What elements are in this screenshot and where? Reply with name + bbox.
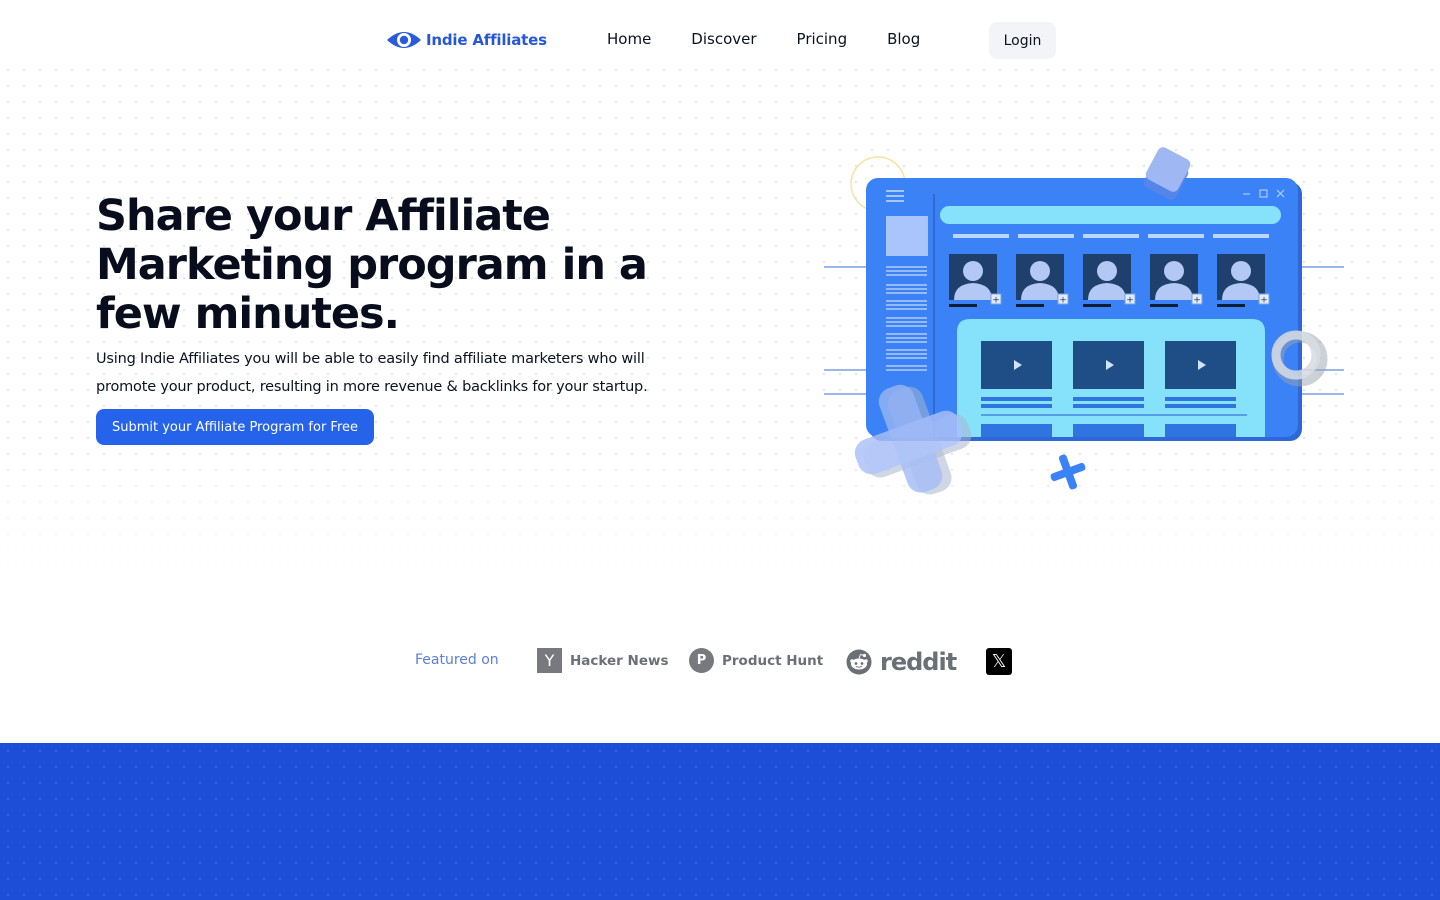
eye-icon <box>387 32 421 48</box>
nav-home[interactable]: Home <box>607 30 651 48</box>
svg-text:+: + <box>1193 296 1201 306</box>
svg-text:+: + <box>992 296 1000 306</box>
svg-text:+: + <box>1260 296 1268 306</box>
hacker-news-icon: Y <box>537 648 562 673</box>
nav-pricing[interactable]: Pricing <box>797 30 848 48</box>
x-icon: 𝕏 <box>986 648 1012 675</box>
reddit-icon <box>846 649 872 675</box>
brand-logo[interactable]: Indie Affiliates <box>386 28 547 52</box>
product-hunt-label: Product Hunt <box>722 652 824 669</box>
brand-name: Indie Affiliates <box>426 31 547 49</box>
hero-illustration: + + + + + <box>824 147 1344 495</box>
blue-section-band <box>0 743 1440 900</box>
nav-blog[interactable]: Blog <box>887 30 920 48</box>
submit-program-button[interactable]: Submit your Affiliate Program for Free <box>96 409 374 445</box>
hacker-news-logo[interactable]: Y Hacker News <box>537 648 669 673</box>
login-button[interactable]: Login <box>989 22 1056 59</box>
nav-discover[interactable]: Discover <box>691 30 756 48</box>
featured-label: Featured on <box>415 652 499 668</box>
product-hunt-icon: P <box>689 648 714 673</box>
hero-title: Share your Affiliate Marketing program i… <box>96 191 648 339</box>
x-logo[interactable]: 𝕏 <box>986 648 1012 675</box>
svg-text:+: + <box>1126 296 1134 306</box>
reddit-label: reddit <box>880 648 957 676</box>
main-nav: Home Discover Pricing Blog <box>607 30 920 48</box>
svg-text:+: + <box>1059 296 1067 306</box>
hacker-news-label: Hacker News <box>570 652 669 669</box>
featured-on-bar: Featured on Y Hacker News P Product Hunt… <box>0 644 1440 678</box>
hero-description: Using Indie Affiliates you will be able … <box>96 351 648 395</box>
site-header: Indie Affiliates Home Discover Pricing B… <box>0 0 1440 80</box>
reddit-logo[interactable]: reddit <box>846 648 957 676</box>
product-hunt-logo[interactable]: P Product Hunt <box>689 648 823 673</box>
